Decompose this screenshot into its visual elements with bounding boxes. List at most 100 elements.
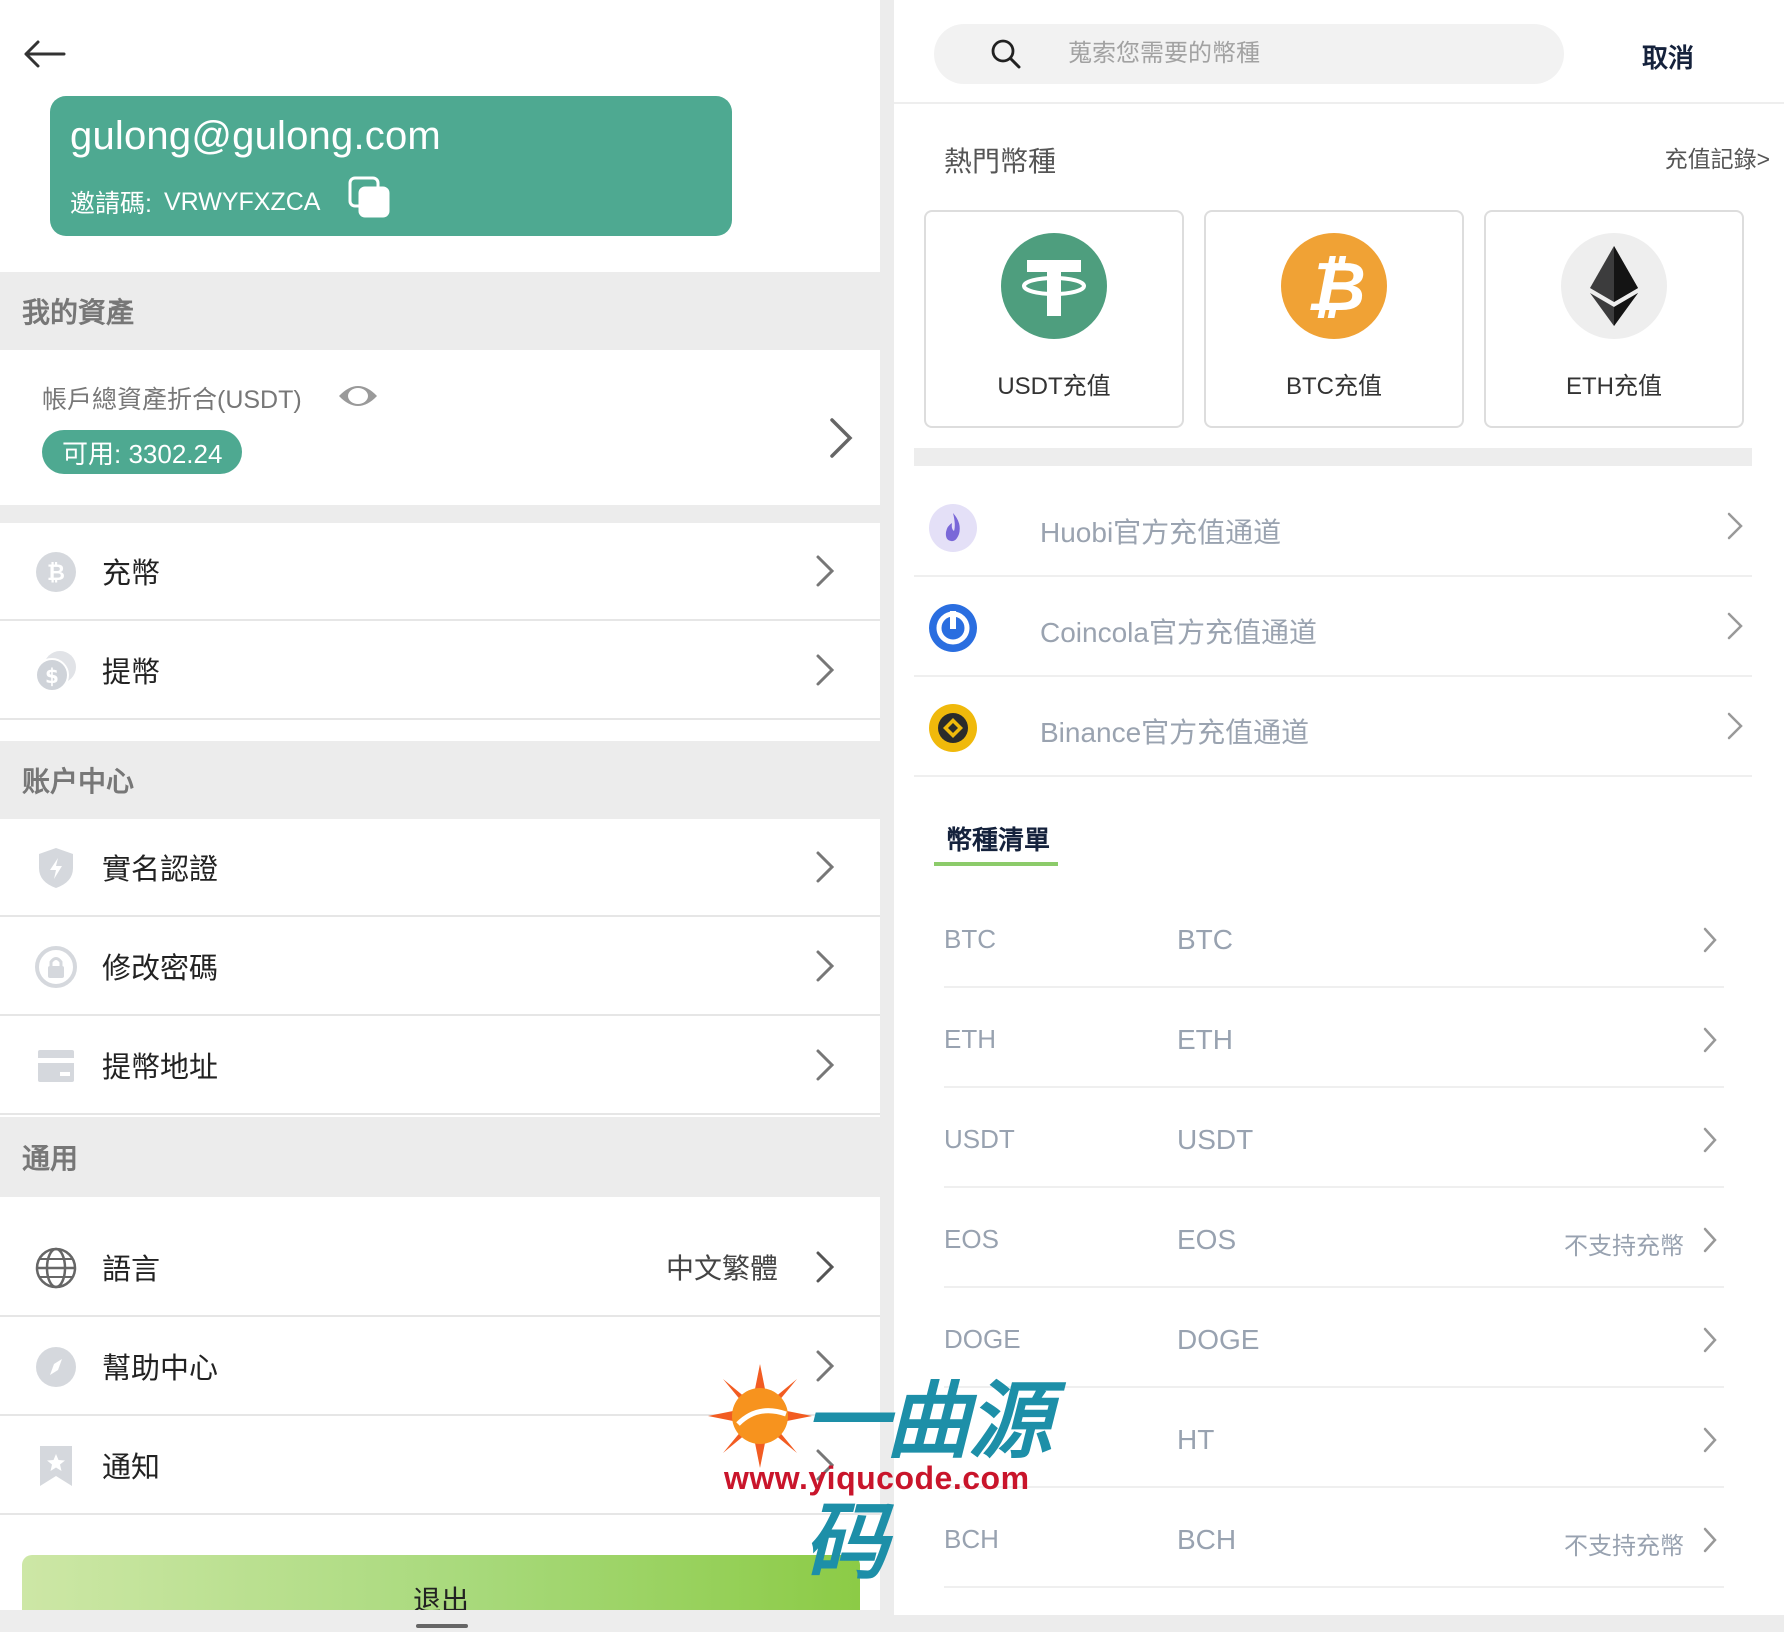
asset-total-title: 帳戶總資產折合(USDT) (42, 386, 302, 414)
compass-icon (36, 1347, 76, 1387)
chevron-right-icon (830, 418, 853, 458)
channel-binance[interactable]: Binance官方充值通道 (914, 677, 1752, 777)
globe-icon (35, 1247, 77, 1289)
chevron-right-icon (1703, 1227, 1717, 1253)
menu-item-language[interactable]: 語言 中文繁體 (0, 1219, 880, 1317)
chevron-right-icon (1703, 1427, 1717, 1453)
channel-huobi[interactable]: Huobi官方充值通道 (914, 477, 1752, 577)
menu-label-notifications: 通知 (102, 1452, 161, 1484)
invite-code-value: VRWYFXZCA (163, 187, 321, 216)
coin-list-row[interactable]: EOS EOS 不支持充幣 (944, 1188, 1724, 1288)
section-header-account: 账户中心 (0, 741, 880, 819)
search-input[interactable] (1068, 24, 1528, 84)
search-bar[interactable] (934, 24, 1564, 84)
screenshot-stage: gulong@gulong.com 邀請碼: VRWYFXZCA 我的資產 帳戶… (0, 0, 1784, 1632)
tether-logo-icon (1001, 233, 1107, 339)
chevron-right-icon (1703, 1527, 1717, 1553)
channel-label-binance: Binance官方充值通道 (1040, 717, 1310, 748)
chevron-right-icon (816, 851, 835, 883)
chevron-right-icon (1703, 1027, 1717, 1053)
notice-icon-wrap (34, 1444, 78, 1488)
bitcoin-coin-icon: ₿ (36, 552, 76, 592)
invite-code-line: 邀請碼: VRWYFXZCA (70, 184, 320, 220)
menu-label-deposit: 充幣 (102, 558, 161, 590)
chevron-right-icon (1727, 712, 1743, 740)
home-indicator (416, 1624, 468, 1628)
hot-coin-eth[interactable]: ETH充值 (1484, 210, 1744, 428)
sun-logo-icon (708, 1364, 812, 1468)
coin-name: DOGE (1177, 1324, 1260, 1355)
menu-item-withdraw[interactable]: $ 提幣 (0, 622, 880, 720)
header-divider (894, 102, 1784, 104)
language-icon-wrap (34, 1246, 78, 1290)
chevron-right-icon (1727, 612, 1743, 640)
password-icon-wrap (34, 945, 78, 989)
coin-name: ETH (1177, 1024, 1233, 1055)
tab-active-underline (934, 862, 1058, 866)
chevron-right-icon (816, 1049, 835, 1081)
menu-label-withdraw-address: 提幣地址 (102, 1052, 219, 1084)
watermark: 一曲源码 www.yiqucode.com (704, 1348, 1084, 1589)
section-divider (914, 448, 1752, 466)
hot-coin-btc[interactable]: ₿ BTC充值 (1204, 210, 1464, 428)
coincola-logo-icon (929, 604, 977, 652)
binance-logo-icon (929, 704, 977, 752)
verify-icon-wrap (34, 846, 78, 890)
coin-symbol: ETH (944, 1024, 996, 1054)
coin-list-row[interactable]: ETH ETH (944, 988, 1724, 1088)
copy-icon (348, 176, 390, 218)
channel-label-huobi: Huobi官方充值通道 (1040, 517, 1282, 548)
coin-symbol: BTC (944, 924, 996, 954)
hot-coin-usdt[interactable]: USDT充值 (924, 210, 1184, 428)
chevron-right-icon (816, 950, 835, 982)
menu-label-withdraw: 提幣 (102, 657, 161, 689)
svg-text:₿: ₿ (1306, 248, 1366, 327)
toggle-visibility-button[interactable] (336, 378, 380, 414)
available-balance-badge: 可用: 3302.24 (42, 430, 243, 474)
deposit-records-link[interactable]: 充值記錄> (1665, 140, 1770, 174)
help-icon-wrap (34, 1345, 78, 1389)
coin-list-row[interactable]: USDT USDT (944, 1088, 1724, 1188)
menu-label-language: 語言 (102, 1254, 161, 1286)
divider-gap (0, 505, 880, 523)
bottom-bar (0, 1610, 880, 1632)
coin-symbol: EOS (944, 1224, 999, 1254)
copy-button[interactable] (348, 176, 390, 218)
address-icon-wrap (34, 1044, 78, 1088)
section-header-assets: 我的資產 (0, 272, 880, 350)
arrow-left-icon (24, 40, 66, 68)
bitcoin-logo-icon: ₿ (1281, 233, 1387, 339)
eye-icon (339, 386, 377, 406)
coin-list-row[interactable]: BTC BTC (944, 888, 1724, 988)
language-current-value: 中文繁體 (665, 1253, 778, 1284)
deposit-icon-wrap: ₿ (34, 550, 78, 594)
cancel-button[interactable]: 取消 (1642, 38, 1694, 75)
coin-name: BCH (1177, 1524, 1237, 1555)
chevron-right-icon (816, 555, 835, 587)
channel-label-coincola: Coincola官方充值通道 (1040, 617, 1317, 648)
menu-label-help-center: 幫助中心 (102, 1353, 219, 1385)
menu-label-verification: 實名認證 (102, 854, 219, 886)
svg-text:$: $ (45, 664, 59, 688)
chevron-right-icon (1703, 1327, 1717, 1353)
search-icon (991, 39, 1021, 69)
coin-name: USDT (1177, 1124, 1254, 1155)
hot-coin-usdt-label: USDT充值 (997, 373, 1111, 400)
card-icon (38, 1050, 74, 1082)
watermark-url: www.yiqucode.com (724, 1460, 1030, 1496)
dollar-coin-icon: $ (35, 651, 76, 692)
tab-coin-list[interactable]: 幣種清單 (946, 820, 1050, 857)
chevron-right-icon (816, 1251, 835, 1283)
menu-item-verification[interactable]: 實名認證 (0, 819, 880, 917)
menu-item-deposit[interactable]: ₿ 充幣 (0, 523, 880, 621)
withdraw-icon-wrap: $ (34, 649, 78, 693)
hot-coin-eth-label: ETH充值 (1566, 373, 1662, 400)
channel-coincola[interactable]: Coincola官方充值通道 (914, 577, 1752, 677)
menu-item-change-password[interactable]: 修改密碼 (0, 918, 880, 1016)
coin-name: HT (1177, 1424, 1215, 1455)
profile-card: gulong@gulong.com 邀請碼: VRWYFXZCA (50, 96, 732, 236)
menu-item-withdraw-address[interactable]: 提幣地址 (0, 1017, 880, 1115)
asset-summary[interactable]: 帳戶總資產折合(USDT) 可用: 3302.24 (0, 350, 880, 505)
back-button[interactable] (22, 36, 66, 72)
profile-email: gulong@gulong.com (70, 114, 441, 158)
